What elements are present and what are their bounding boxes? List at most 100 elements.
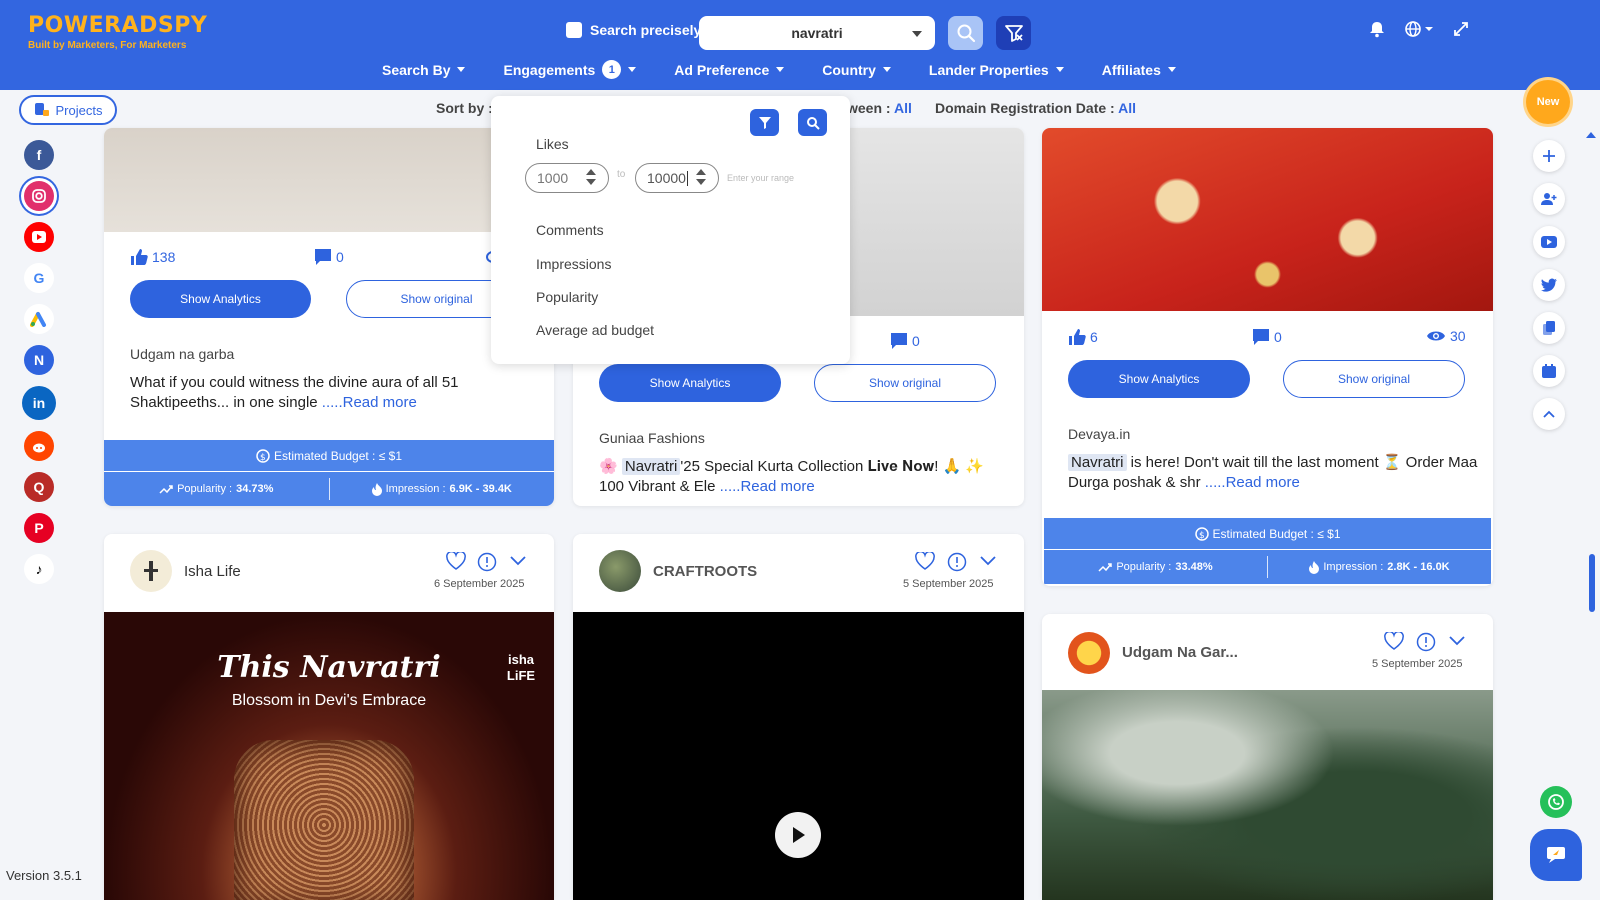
nav-affiliates[interactable]: Affiliates <box>1102 60 1176 79</box>
option-average-ad-budget[interactable]: Average ad budget <box>536 322 654 338</box>
show-analytics-button[interactable]: Show Analytics <box>599 364 781 402</box>
option-popularity[interactable]: Popularity <box>536 289 598 305</box>
youtube-icon[interactable] <box>24 222 54 252</box>
apply-filter-button[interactable] <box>750 109 779 136</box>
search-precisely-toggle[interactable]: Search precisely <box>566 22 701 38</box>
search-precisely-label: Search precisely <box>590 22 702 38</box>
chat-support-button[interactable] <box>1530 829 1582 881</box>
impression-metric: Impression : 2.8K - 16.0K <box>1268 560 1491 574</box>
linkedin-icon[interactable]: in <box>22 386 56 420</box>
calendar-icon[interactable] <box>1533 355 1565 387</box>
google-icon[interactable]: G <box>24 263 54 293</box>
pinterest-icon[interactable]: P <box>24 513 54 543</box>
comments-count: 0 <box>1274 329 1282 345</box>
nav-search-by[interactable]: Search By <box>382 60 466 79</box>
chevron-down-icon[interactable] <box>1448 635 1466 647</box>
bell-icon[interactable] <box>1368 20 1386 38</box>
sort-by-label[interactable]: Sort by : <box>436 100 493 116</box>
likes-min-value: 1000 <box>537 170 569 186</box>
quora-icon[interactable]: Q <box>24 472 54 502</box>
twitter-icon[interactable] <box>1533 269 1565 301</box>
option-impressions[interactable]: Impressions <box>536 256 611 272</box>
ad-creative-image[interactable] <box>1042 128 1493 311</box>
likes-min-input[interactable]: 1000 <box>525 163 609 193</box>
instagram-icon[interactable] <box>24 181 54 211</box>
info-icon[interactable] <box>1416 632 1436 652</box>
ad-video[interactable] <box>573 612 1024 900</box>
show-analytics-button[interactable]: Show Analytics <box>1068 360 1250 398</box>
chevron-up-icon[interactable] <box>1533 398 1565 430</box>
nav-ad-preference[interactable]: Ad Preference <box>674 60 785 79</box>
range-to-label: to <box>617 169 626 180</box>
advertiser-name[interactable]: Guniaa Fashions <box>599 430 705 446</box>
heart-icon[interactable] <box>1384 632 1404 650</box>
advertiser-name[interactable]: Udgam Na Gar... <box>1122 644 1238 661</box>
new-features-badge[interactable]: New <box>1526 80 1570 124</box>
clear-filter-button[interactable] <box>996 16 1031 50</box>
search-filter-button[interactable] <box>798 109 827 136</box>
read-more-link[interactable]: .....Read more <box>1205 474 1300 491</box>
scrollbar-thumb[interactable] <box>1589 554 1595 612</box>
ad-creative-image[interactable]: This Navratri Blossom in Devi's Embrace … <box>104 612 554 900</box>
show-original-button[interactable]: Show original <box>1283 360 1465 398</box>
nav-label: Ad Preference <box>674 61 770 78</box>
chevron-down-icon[interactable] <box>509 555 527 567</box>
info-icon[interactable] <box>477 552 497 572</box>
eye-icon <box>1427 331 1445 341</box>
globe-icon[interactable] <box>1404 20 1434 38</box>
google-ads-icon[interactable] <box>24 304 54 334</box>
keyword-search-select[interactable]: navratri <box>699 16 935 50</box>
search-precisely-checkbox[interactable] <box>566 22 582 38</box>
read-more-link[interactable]: .....Read more <box>322 394 417 411</box>
heart-icon[interactable] <box>446 552 466 570</box>
heart-icon[interactable] <box>915 552 935 570</box>
advertiser-avatar[interactable] <box>130 550 172 592</box>
nav-lander-properties[interactable]: Lander Properties <box>929 60 1064 79</box>
facebook-icon[interactable]: f <box>24 140 54 170</box>
show-original-button[interactable]: Show original <box>814 364 996 402</box>
search-icon <box>806 116 820 130</box>
ad-creative-image[interactable] <box>1042 690 1493 900</box>
advertiser-avatar[interactable] <box>599 550 641 592</box>
advertiser-name[interactable]: Udgam na garba <box>130 346 234 362</box>
plus-icon[interactable] <box>1533 140 1565 172</box>
ad-text: 🌸 Navratri '25 Special Kurta Collection 𝐋… <box>599 457 999 497</box>
number-stepper[interactable] <box>696 169 706 185</box>
option-comments[interactable]: Comments <box>536 222 604 238</box>
tiktok-icon[interactable]: ♪ <box>24 554 54 584</box>
top-header: POWERADSPY Built by Marketers, For Marke… <box>0 0 1600 90</box>
creative-subtitle: Blossom in Devi's Embrace <box>231 692 427 709</box>
info-icon[interactable] <box>947 552 967 572</box>
copy-icon[interactable] <box>1533 312 1565 344</box>
domain-label: Domain Registration Date : <box>935 100 1115 116</box>
advertiser-avatar[interactable] <box>1068 632 1110 674</box>
creative-title: This Navratri <box>217 650 441 685</box>
native-ads-icon[interactable]: N <box>24 345 54 375</box>
search-button[interactable] <box>948 16 983 50</box>
number-stepper[interactable] <box>586 169 596 185</box>
whatsapp-icon[interactable] <box>1540 786 1572 818</box>
scroll-up-arrow[interactable] <box>1586 132 1596 138</box>
advertiser-name[interactable]: Isha Life <box>184 563 241 580</box>
read-more-link[interactable]: .....Read more <box>720 478 815 495</box>
ad-creative-image[interactable] <box>104 128 554 232</box>
play-button[interactable] <box>775 812 821 858</box>
nav-country[interactable]: Country <box>822 60 891 79</box>
add-user-icon[interactable] <box>1533 183 1565 215</box>
likes-max-input[interactable]: 10000 <box>635 163 719 193</box>
advertiser-name[interactable]: CRAFTROOTS <box>653 563 757 580</box>
engagements-dropdown: Likes 1000 to 10000 Enter your range Com… <box>491 96 850 364</box>
nav-engagements[interactable]: Engagements 1 <box>503 60 637 79</box>
range-hint: Enter your range <box>727 173 795 183</box>
between-filter[interactable]: ween : All <box>847 100 912 116</box>
popularity-value: 34.73% <box>236 483 274 495</box>
expand-icon[interactable] <box>1452 20 1470 38</box>
reddit-icon[interactable] <box>24 431 54 461</box>
poweradspy-logo[interactable]: POWERADSPY Built by Marketers, For Marke… <box>28 13 207 51</box>
chevron-down-icon[interactable] <box>979 555 997 567</box>
advertiser-name[interactable]: Devaya.in <box>1068 426 1130 442</box>
projects-button[interactable]: Projects <box>19 95 117 125</box>
domain-registration-filter[interactable]: Domain Registration Date : All <box>935 100 1136 116</box>
show-analytics-button[interactable]: Show Analytics <box>130 280 311 318</box>
youtube-icon[interactable] <box>1533 226 1565 258</box>
